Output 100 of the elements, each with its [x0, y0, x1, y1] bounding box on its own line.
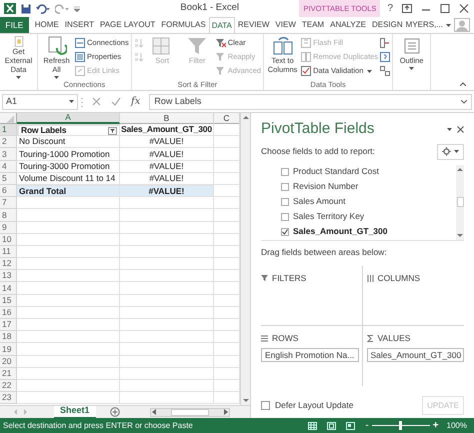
row-header[interactable]: 17 [0, 319, 17, 332]
area-field-dropdown[interactable]: Sales_Amount_GT_300 [366, 348, 464, 362]
grid-cell[interactable] [17, 380, 120, 392]
grid-cell[interactable]: Sales_Amount_GT_300 [120, 124, 214, 136]
column-header[interactable]: B [120, 113, 214, 124]
row-header[interactable]: 22 [0, 380, 17, 392]
grid-cell[interactable] [120, 343, 214, 356]
row-header[interactable]: 11 [0, 246, 17, 258]
expand-icon[interactable] [461, 100, 467, 104]
grid-cell[interactable] [17, 368, 120, 380]
settings-icon[interactable] [442, 147, 451, 156]
field-label[interactable]: Sales_Amount_GT_300 [293, 225, 388, 238]
insert-function-button[interactable]: fx [131, 94, 140, 109]
grid-cell[interactable]: #VALUE! [120, 136, 214, 148]
refresh-icon[interactable] [46, 36, 66, 56]
scroll-up-icon[interactable] [457, 166, 463, 170]
ribbon-tab[interactable]: PAGE LAYOUT [96, 17, 158, 33]
maximize-icon[interactable] [440, 4, 450, 13]
grid-cell[interactable] [120, 319, 214, 332]
grid-cell[interactable] [120, 380, 214, 392]
connection-icon[interactable] [75, 38, 85, 48]
checkbox[interactable] [261, 401, 270, 410]
grid-cell[interactable] [17, 258, 120, 270]
name-box[interactable]: A1 [2, 94, 78, 110]
list-icon[interactable] [75, 52, 85, 62]
row-header[interactable]: 2 [0, 136, 17, 148]
grid-cell[interactable] [120, 331, 214, 344]
checkbox[interactable] [281, 182, 289, 190]
row-header[interactable]: 12 [0, 258, 17, 270]
scroll-right-icon[interactable] [224, 409, 228, 415]
customize-caret-icon[interactable] [74, 6, 80, 12]
grid-cell[interactable] [17, 270, 120, 282]
caret-icon[interactable] [16, 76, 21, 79]
grid-cell[interactable] [17, 246, 120, 258]
field-list-scrollbar[interactable] [456, 164, 464, 240]
grid-cell[interactable] [120, 246, 214, 258]
row-header[interactable]: 1 [0, 124, 17, 136]
grid-cell[interactable] [17, 331, 120, 344]
ribbon-tab[interactable]: DATA [208, 17, 235, 33]
grid-cell[interactable] [120, 282, 214, 295]
grid-cell[interactable] [120, 234, 214, 246]
page-layout-icon[interactable] [327, 422, 336, 430]
row-header[interactable]: 6 [0, 184, 17, 198]
columns-icon[interactable] [272, 36, 293, 56]
question-icon[interactable] [380, 52, 390, 62]
caret-icon[interactable] [367, 70, 372, 72]
cancel-icon[interactable] [92, 97, 101, 106]
grid-cell[interactable]: No Discount [17, 136, 120, 148]
field-label[interactable]: Sales Amount [293, 195, 346, 208]
checkbox-label[interactable]: Defer Layout Update [275, 399, 354, 412]
caret-icon[interactable] [446, 24, 451, 26]
account-name[interactable]: MYERS,... [406, 19, 443, 31]
row-header[interactable]: 5 [0, 172, 17, 185]
scroll-down-icon[interactable] [457, 234, 463, 238]
grid-cell[interactable] [120, 258, 214, 270]
grid-cell[interactable] [120, 222, 214, 234]
ribbon-tab[interactable]: TEAM [298, 17, 328, 33]
close-icon[interactable] [459, 4, 469, 13]
row-header[interactable]: 8 [0, 209, 17, 222]
ribbon-tab[interactable]: INSERT [62, 17, 97, 33]
grid-cell[interactable] [17, 356, 120, 368]
filter-dropdown-icon[interactable] [108, 126, 117, 135]
caret-icon[interactable] [69, 100, 74, 103]
grid-cell[interactable] [17, 282, 120, 295]
row-header[interactable]: 21 [0, 368, 17, 380]
scroll-thumb[interactable] [456, 197, 464, 207]
formula-input[interactable]: Row Labels [149, 94, 472, 110]
checkbox[interactable] [281, 228, 289, 236]
grid-cell[interactable] [120, 209, 214, 222]
ribbon-tab[interactable]: HOME [32, 17, 62, 33]
grid-cell[interactable]: #VALUE! [120, 148, 214, 161]
grid-cell[interactable] [17, 209, 120, 222]
scroll-left-icon[interactable] [152, 409, 156, 415]
check-icon[interactable] [301, 66, 312, 76]
grid-cell[interactable]: Grand Total [17, 184, 120, 198]
field-label[interactable]: Revision Number [293, 180, 358, 193]
grid-cell[interactable] [120, 306, 214, 319]
row-header[interactable]: 23 [0, 392, 17, 404]
scroll-down-icon[interactable] [242, 399, 248, 403]
field-label[interactable]: Sales Territory Key [293, 210, 364, 223]
row-header[interactable]: 3 [0, 148, 17, 161]
ribbon-tab[interactable]: DESIGN [368, 17, 406, 33]
check-icon[interactable] [111, 97, 121, 106]
grid-cell[interactable] [120, 270, 214, 282]
ribbon-tab[interactable]: VIEW [272, 17, 299, 33]
zoom-in-button[interactable]: + [432, 420, 439, 430]
relationship-icon[interactable] [380, 66, 390, 76]
grid-cell[interactable]: #VALUE! [120, 184, 214, 198]
row-header[interactable]: 4 [0, 160, 17, 173]
scroll-up-icon[interactable] [242, 115, 248, 119]
row-header[interactable]: 10 [0, 234, 17, 246]
vertical-scrollbar[interactable] [240, 113, 250, 405]
save-icon[interactable] [21, 4, 31, 14]
row-header[interactable]: 16 [0, 306, 17, 319]
checkbox[interactable] [281, 198, 289, 206]
grid-cell[interactable] [17, 234, 120, 246]
row-header[interactable]: 13 [0, 270, 17, 282]
grid-cell[interactable] [17, 319, 120, 332]
zoom-slider-thumb[interactable] [399, 421, 402, 430]
ribbon-tab[interactable]: REVIEW [234, 17, 272, 33]
